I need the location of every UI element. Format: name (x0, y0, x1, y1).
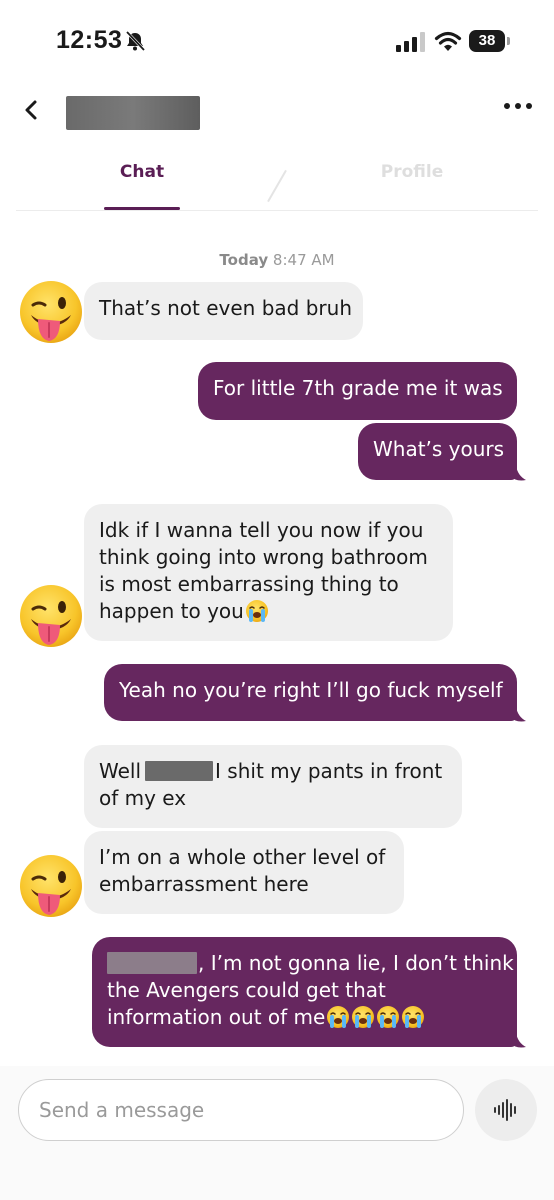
timestamp-time: 8:47 AM (272, 251, 335, 269)
bell-slash-icon (125, 30, 146, 52)
signal-icon (396, 32, 425, 52)
message-bubble-incoming[interactable]: That’s not even bad bruh (84, 282, 363, 340)
message-text: happen to you (99, 599, 244, 623)
tabs-divider (16, 210, 538, 211)
message-text: I’m on a whole other level of (99, 845, 386, 869)
winking-tongue-emoji-avatar[interactable] (18, 853, 84, 919)
message-input[interactable] (18, 1079, 464, 1141)
contact-name-redacted (66, 96, 200, 130)
redacted-name (145, 761, 214, 781)
tab-profile[interactable]: Profile (372, 162, 452, 182)
message-text: I shit my pants in front (215, 759, 443, 783)
message-bubble-incoming[interactable]: I’m on a whole other level of embarrassm… (84, 831, 404, 914)
voice-icon (494, 1099, 516, 1121)
loudly-crying-face-emoji (401, 1005, 425, 1029)
loudly-crying-face-emoji (351, 1005, 375, 1029)
winking-tongue-emoji-avatar[interactable] (18, 279, 84, 345)
message-text: embarrassment here (99, 872, 309, 896)
message-text: Yeah no you’re right I’ll go fuck myself (119, 678, 503, 702)
message-text: That’s not even bad bruh (99, 296, 352, 320)
loudly-crying-face-emoji (245, 599, 269, 623)
chat-timestamp: Today 8:47 AM (0, 251, 554, 269)
bubble-tail (510, 707, 526, 722)
message-bubble-incoming[interactable]: Idk if I wanna tell you now if you think… (84, 504, 453, 641)
wifi-icon (434, 31, 462, 51)
battery-level: 38 (478, 32, 496, 49)
message-text: , I’m not gonna lie, I don’t think (198, 951, 514, 975)
winking-tongue-emoji-avatar[interactable] (18, 583, 84, 649)
tab-chat[interactable]: Chat (104, 162, 180, 182)
message-text: Well (99, 759, 142, 783)
message-text: is most embarrassing thing to (99, 572, 399, 596)
message-bubble-outgoing[interactable]: , I’m not gonna lie, I don’t think the A… (92, 937, 517, 1047)
message-text: of my ex (99, 786, 187, 810)
message-bubble-outgoing[interactable]: Yeah no you’re right I’ll go fuck myself (104, 664, 517, 721)
battery-icon: 38 (469, 30, 511, 54)
message-bubble-incoming[interactable]: Well I shit my pants in front of my ex (84, 745, 462, 828)
message-text: think going into wrong bathroom (99, 545, 428, 569)
loudly-crying-face-emoji (376, 1005, 400, 1029)
message-bubble-outgoing[interactable]: What’s yours (358, 423, 517, 480)
message-text: the Avengers could get that (107, 978, 386, 1002)
back-icon[interactable] (18, 96, 46, 124)
bubble-tail (510, 1033, 526, 1048)
tab-divider (267, 169, 287, 203)
message-text: What’s yours (373, 437, 505, 461)
loudly-crying-face-emoji (326, 1005, 350, 1029)
message-text: Idk if I wanna tell you now if you (99, 518, 424, 542)
message-text: information out of me (107, 1005, 326, 1029)
status-bar: 12:53 38 (0, 0, 554, 84)
timestamp-day: Today (219, 251, 269, 269)
bubble-tail (510, 466, 526, 481)
message-bubble-outgoing[interactable]: For little 7th grade me it was (198, 362, 517, 420)
voice-message-button[interactable] (475, 1079, 537, 1141)
redacted-name (107, 952, 197, 974)
status-time: 12:53 (56, 26, 123, 54)
more-icon[interactable] (502, 100, 534, 112)
message-text: For little 7th grade me it was (213, 376, 503, 400)
